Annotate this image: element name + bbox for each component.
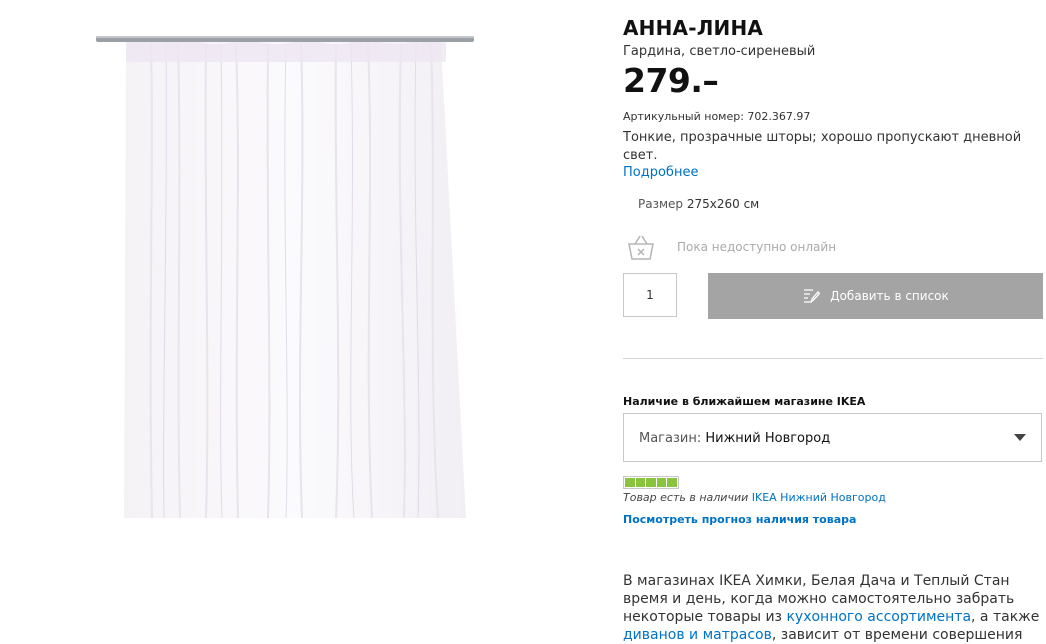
kitchen-range-link[interactable]: кухонного ассортимента xyxy=(786,609,971,625)
info-text: , зависит от времени совершения xyxy=(771,627,1023,643)
pencil-list-icon xyxy=(802,286,821,307)
store-label-text: Магазин: xyxy=(639,431,702,446)
product-image[interactable] xyxy=(96,22,476,522)
sofas-mattresses-link[interactable]: диванов и матрасов xyxy=(623,627,772,643)
store-select[interactable]: Магазин: Нижний Новгород xyxy=(623,413,1042,462)
stock-level-indicator xyxy=(623,476,679,489)
add-to-list-button[interactable]: Добавить в список xyxy=(708,273,1043,319)
stock-status: Товар есть в наличии IKEA Нижний Новгоро… xyxy=(623,491,886,504)
info-text: , а также xyxy=(971,609,1040,625)
stock-segment xyxy=(656,478,667,487)
stock-segment xyxy=(667,478,677,487)
shopping-basket-unavailable-icon xyxy=(626,232,656,266)
stock-segment xyxy=(635,478,646,487)
more-details-link[interactable]: Подробнее xyxy=(623,165,698,180)
chevron-down-icon xyxy=(1014,434,1026,441)
product-description: Тонкие, прозрачные шторы; хорошо пропуск… xyxy=(623,130,1022,163)
store-select-label: Магазин: Нижний Новгород xyxy=(639,431,830,446)
size-value: 275x260 см xyxy=(686,197,760,211)
stock-status-text: Товар есть в наличии xyxy=(623,491,749,504)
quantity-input[interactable] xyxy=(623,273,677,317)
online-status-text: Пока недоступно онлайн xyxy=(677,240,837,254)
store-availability-heading: Наличие в ближайшем магазине IKEA xyxy=(623,395,866,408)
stock-segment xyxy=(625,478,635,487)
store-link[interactable]: IKEA Нижний Новгород xyxy=(752,491,886,504)
article-number: Артикульный номер: 702.367.97 xyxy=(623,110,811,123)
size-label: Размер xyxy=(638,197,684,211)
product-subtitle: Гардина, светло-сиреневый xyxy=(623,44,816,59)
product-price: 279.– xyxy=(623,61,719,100)
divider xyxy=(623,358,1043,359)
stock-forecast-link[interactable]: Посмотреть прогноз наличия товара xyxy=(623,513,856,526)
online-availability: Пока недоступно онлайн xyxy=(623,230,923,264)
stock-segment xyxy=(646,478,656,487)
add-to-list-label: Добавить в список xyxy=(830,289,949,303)
product-title: АННА-ЛИНА xyxy=(623,16,764,40)
pickup-info: В магазинах IKEA Химки, Белая Дача и Теп… xyxy=(623,572,1043,644)
store-selected-value: Нижний Новгород xyxy=(705,431,831,446)
size-row: Размер 275x260 см xyxy=(638,197,759,211)
